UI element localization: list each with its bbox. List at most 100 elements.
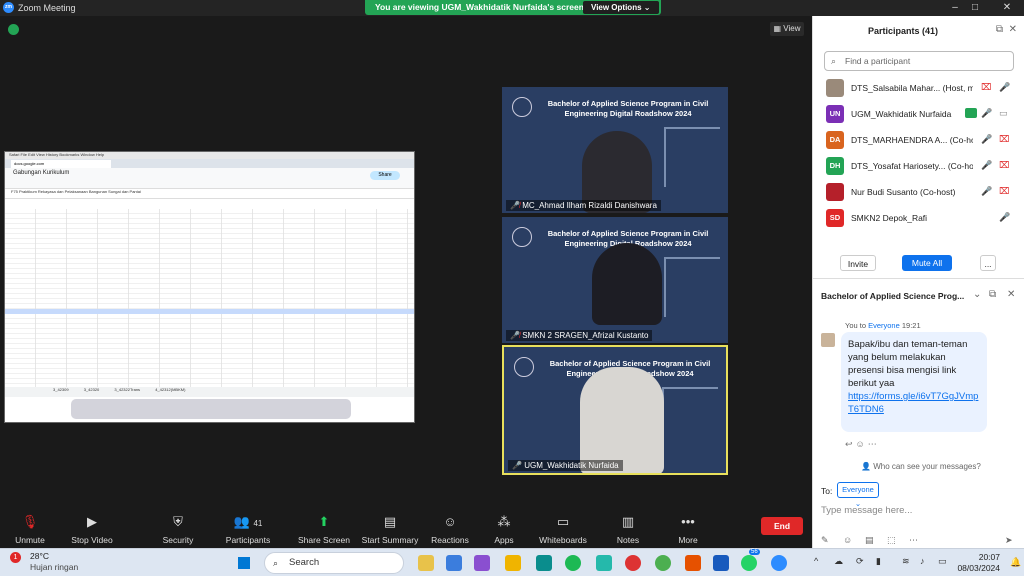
person-icon: 👤 <box>861 462 874 471</box>
app-icon[interactable] <box>685 555 701 571</box>
sheet-tabs: 3_42309 3_42320 3_42322Trans 4_42312(MBK… <box>5 387 414 397</box>
viewing-banner: You are viewing UGM_Wakhidatik Nurfaida'… <box>365 0 661 15</box>
chevron-down-icon[interactable]: ⌄ <box>973 289 981 300</box>
video-tile[interactable]: Bachelor of Applied Science Program in C… <box>502 217 728 343</box>
app-icon[interactable] <box>446 555 462 571</box>
zoom-icon[interactable] <box>771 555 787 571</box>
notes-button[interactable]: ▥ Notes <box>598 513 658 545</box>
people-icon: 👥 41 <box>233 514 263 529</box>
participant-name: Nur Budi Susanto (Co-host) <box>851 187 956 197</box>
app-icon[interactable] <box>596 555 612 571</box>
mute-all-button[interactable]: Mute All <box>902 255 952 271</box>
chevron-up-icon[interactable]: ^ <box>814 556 818 566</box>
video-tile[interactable]: Bachelor of Applied Science Program in C… <box>502 87 728 213</box>
meeting-toolbar: 🎙 Unmute ▶ Stop Video ⛨ Security 👥 41 Partic… <box>0 510 812 548</box>
app-icon[interactable] <box>625 555 641 571</box>
participant-row[interactable]: DA DTS_MARHAENDRA A... (Co-host) 🎤 ⌧ <box>813 128 1024 154</box>
battery-icon[interactable]: ▭ <box>938 556 947 567</box>
sender-prefix: You to <box>845 321 869 330</box>
close-panel-icon[interactable]: ✕ <box>1009 24 1017 35</box>
start-summary-button[interactable]: ▤ Start Summary <box>360 513 420 545</box>
participant-row[interactable]: SD SMKN2 Depok_Rafi 🎤 <box>813 206 1024 232</box>
whiteboards-button[interactable]: ▭ Whiteboards <box>533 513 593 545</box>
mic-muted-icon: 🎙 <box>21 514 39 529</box>
share-screen-label: Share Screen <box>298 535 350 545</box>
security-label: Security <box>162 535 194 545</box>
participant-row[interactable]: DTS_Salsabila Mahar... (Host, me) ⌧ 🎤 <box>813 76 1024 102</box>
minimize-icon[interactable]: – <box>948 2 962 13</box>
end-meeting-button[interactable]: End <box>761 517 803 535</box>
reactions-button[interactable]: ☺ Reactions <box>420 513 480 545</box>
find-participant-placeholder: Find a participant <box>845 56 911 66</box>
message-reactions[interactable]: ↩☺⋯ <box>845 439 880 450</box>
cloud-icon[interactable]: ☁ <box>834 556 843 567</box>
start-summary-label: Start Summary <box>361 535 419 545</box>
shared-screen[interactable]: Safari File Edit View History Bookmarks … <box>4 151 415 423</box>
close-icon[interactable]: ✕ <box>1000 2 1014 13</box>
active-speaker-tile[interactable]: Bachelor of Applied Science Program in C… <box>502 345 728 475</box>
participant-row[interactable]: DH DTS_Yosafat Hariosety... (Co-host) 🎤 … <box>813 154 1024 180</box>
popout-icon[interactable]: ⧉ <box>996 24 1003 35</box>
invite-button[interactable]: Invite <box>840 255 876 271</box>
popout-icon[interactable]: ⧉ <box>989 289 996 300</box>
tile-name: 🎤̸ SMKN 2 SRAGEN_Afrizal Kustanto <box>506 330 653 341</box>
close-chat-icon[interactable]: ✕ <box>1007 289 1015 300</box>
mic-muted-icon: 🎤̸ <box>510 201 523 210</box>
windows-start-icon[interactable] <box>237 556 251 570</box>
send-icon[interactable]: ➤ <box>1005 535 1013 546</box>
unmute-button[interactable]: 🎙 Unmute <box>0 513 60 545</box>
participants-label: Participants <box>225 535 271 545</box>
apps-button[interactable]: ⁂ Apps <box>474 513 534 545</box>
app-icon[interactable] <box>418 555 434 571</box>
apps-icon: ⁂ <box>497 514 511 529</box>
network-icon[interactable]: ▮ <box>876 556 881 567</box>
volume-icon[interactable]: ♪ <box>920 556 925 566</box>
recipient-dropdown[interactable]: Everyone ⌄ <box>837 482 879 508</box>
view-button[interactable]: ▦ View <box>770 22 804 36</box>
participants-button[interactable]: 👥 41 Participants <box>218 513 278 545</box>
meeting-stage: ▦ View Safari File Edit View History Boo… <box>0 16 812 510</box>
whatsapp-icon[interactable]: 56 <box>741 549 760 571</box>
wifi-icon[interactable]: ≋ <box>902 556 910 567</box>
view-options-button[interactable]: View Options ⌄ <box>583 1 659 14</box>
stop-video-button[interactable]: ▶ Stop Video <box>62 513 122 545</box>
encryption-shield-icon[interactable] <box>8 24 19 35</box>
clock[interactable]: 20:07 08/03/2024 <box>950 552 1000 574</box>
participants-title: Participants (41) <box>868 26 939 36</box>
emoji-icon[interactable]: ☺ <box>843 535 852 545</box>
more-button[interactable]: ••• More <box>658 513 718 545</box>
share-screen-icon: ⬆ <box>318 514 330 529</box>
spotify-icon[interactable] <box>565 555 581 571</box>
find-participant-input[interactable]: ⌕ Find a participant <box>824 51 1014 71</box>
message-input[interactable]: Type message here... <box>821 505 912 516</box>
participant-row[interactable]: UN UGM_Wakhidatik Nurfaida 🎤 ▭ <box>813 102 1024 128</box>
file-icon[interactable]: ▤ <box>865 535 874 546</box>
chat-message: Bapak/ibu dan teman-teman yang belum mel… <box>841 332 987 432</box>
sync-icon[interactable]: ⟳ <box>856 556 864 567</box>
notification-bell-icon[interactable]: 🔔 <box>1010 557 1021 568</box>
more-icon[interactable]: ⋯ <box>909 535 918 546</box>
video-off-icon: ⌧ <box>999 134 1010 144</box>
chrome-icon[interactable] <box>655 555 671 571</box>
video-off-icon: ⌧ <box>999 186 1010 196</box>
app-icon[interactable] <box>474 555 490 571</box>
taskbar-search[interactable]: ⌕ Search <box>264 552 404 574</box>
screenshot-icon[interactable]: ⬚ <box>887 535 896 546</box>
tile-name-text: SMKN 2 SRAGEN_Afrizal Kustanto <box>522 331 649 340</box>
crane-graphic <box>664 127 720 187</box>
folder-icon[interactable] <box>505 555 521 571</box>
maximize-icon[interactable]: □ <box>968 2 982 13</box>
weather-badge: 1 <box>10 552 21 563</box>
who-can-see-link[interactable]: 👤 Who can see your messages? <box>861 462 981 471</box>
screen-share-icon <box>965 108 977 118</box>
participant-row[interactable]: Nur Budi Susanto (Co-host) 🎤 ⌧ <box>813 180 1024 206</box>
more-options-button[interactable]: ... <box>980 255 996 271</box>
app-icon[interactable] <box>536 555 552 571</box>
word-icon[interactable] <box>713 555 729 571</box>
crane-graphic <box>662 387 718 447</box>
format-icon[interactable]: ✎ <box>821 535 829 546</box>
message-link[interactable]: https://forms.gle/i6vT7GgJVmpT6TDN6 <box>848 390 980 416</box>
security-button[interactable]: ⛨ Security <box>148 513 208 545</box>
share-screen-button[interactable]: ⬆ Share Screen <box>294 513 354 545</box>
avatar: UN <box>826 105 844 123</box>
